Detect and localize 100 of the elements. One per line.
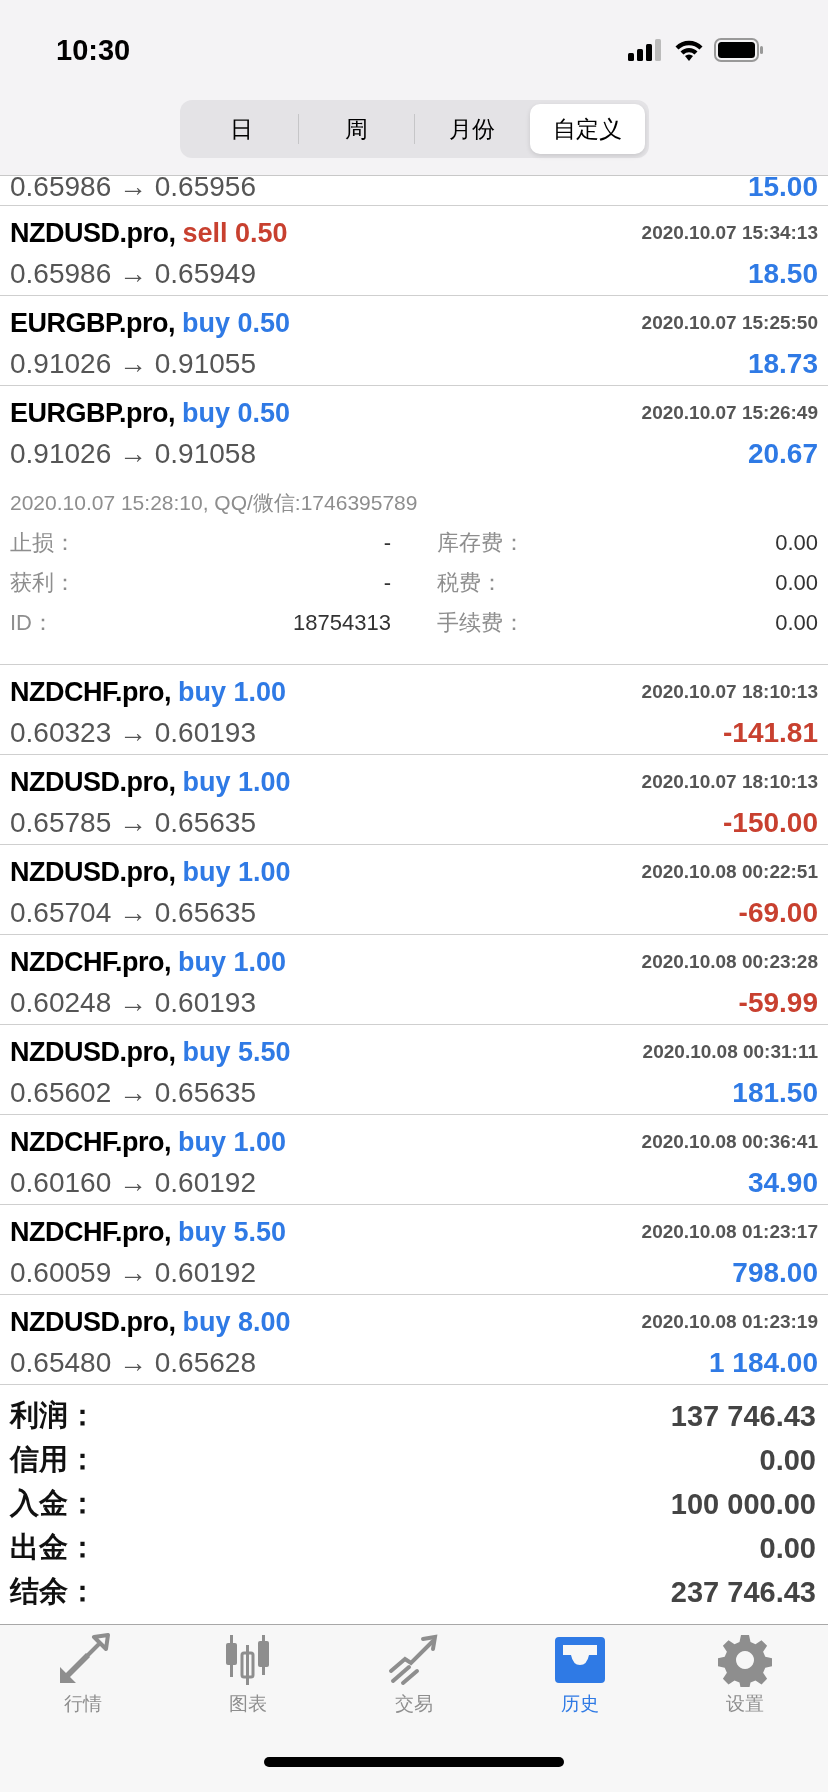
summary-value: 0.00 <box>759 1531 816 1565</box>
deal-row[interactable]: NZDUSD.pro, sell 0.50 2020.10.07 15:34:13 0.65986 → 0.65949 18.50 <box>0 206 828 296</box>
signal-icon <box>628 39 664 61</box>
field-value: 18754313 <box>293 610 391 636</box>
profit-value: -150.00 <box>723 806 818 839</box>
deal-time: 2020.10.07 15:34:13 <box>641 222 818 244</box>
period-tab[interactable]: 月份 <box>414 104 529 154</box>
order-type-label: buy 5.50 <box>178 1216 287 1247</box>
summary-label: 利润： <box>10 1398 97 1433</box>
period-tab[interactable]: 周 <box>299 104 414 154</box>
symbol-label: NZDUSD.pro, <box>10 217 176 248</box>
symbol-label: NZDUSD.pro, <box>10 856 176 887</box>
deal-row[interactable]: EURGBP.pro, buy 0.50 2020.10.07 15:25:50 0.91026 → 0.91055 18.73 <box>0 296 828 386</box>
summary-value: 0.00 <box>759 1443 816 1477</box>
symbol-label: EURGBP.pro, <box>10 307 176 338</box>
deal-row[interactable]: NZDUSD.pro, buy 5.50 2020.10.08 00:31:11 0.65602 → 0.65635 181.50 <box>0 1025 828 1115</box>
field-value: - <box>383 570 391 596</box>
deal-row[interactable]: NZDCHF.pro, buy 1.00 2020.10.08 00:36:41 0.60160 → 0.60192 34.90 <box>0 1115 828 1205</box>
price-range: 0.65704 → 0.65635 <box>10 896 256 929</box>
order-type-label: buy 1.00 <box>182 856 291 887</box>
deal-comment: 2020.10.07 15:28:10, QQ/微信:1746395789 <box>10 490 419 516</box>
deal-row[interactable]: NZDCHF.pro, buy 5.50 2020.10.08 01:23:17 0.60059 → 0.60192 798.00 <box>0 1205 828 1295</box>
profit-value: 20.67 <box>747 437 818 470</box>
order-type-label: buy 0.50 <box>182 307 291 338</box>
deal-time: 2020.10.08 00:36:41 <box>641 1131 818 1153</box>
symbol-label: NZDUSD.pro, <box>10 1306 176 1337</box>
price-range: 0.65602 → 0.65635 <box>10 1076 256 1109</box>
profit-value: -69.00 <box>738 896 818 929</box>
deal-row[interactable]: NZDUSD.pro, buy 8.00 2020.10.08 01:23:19 0.65480 → 0.65628 1 184.00 <box>0 1295 828 1385</box>
deal-row[interactable]: EURGBP.pro, buy 0.50 2020.10.07 15:26:49 0.91026 → 0.91058 20.67 2020.10.07 15:28:10, QQ/微信:1746395789 止损： - 库存费： 0.00 获利： - 税费： 0.00 ID： 18754313 手续费： 0.00 <box>0 386 828 665</box>
order-type-label: buy 5.50 <box>182 1036 291 1067</box>
order-type-label: buy 1.00 <box>178 676 287 707</box>
symbol-label: NZDCHF.pro, <box>10 946 171 977</box>
profit-value: 181.50 <box>732 1076 818 1109</box>
field-value: - <box>383 530 391 556</box>
price-range: 0.60160 → 0.60192 <box>10 1166 256 1199</box>
symbol-label: NZDCHF.pro, <box>10 676 171 707</box>
summary-label: 结余： <box>10 1574 97 1609</box>
field-label: 手续费： <box>437 609 525 637</box>
order-type-label: sell 0.50 <box>182 217 288 248</box>
price-range: 0.65785 → 0.65635 <box>10 806 256 839</box>
settings-icon <box>718 1633 773 1687</box>
profit-value: -141.81 <box>723 716 818 749</box>
deal-time: 2020.10.08 01:23:19 <box>641 1311 818 1333</box>
field-value: 0.00 <box>775 530 818 556</box>
deal-row[interactable]: NZDUSD.pro, buy 1.00 2020.10.07 18:10:13 0.65785 → 0.65635 -150.00 <box>0 755 828 845</box>
home-indicator[interactable] <box>264 1757 564 1767</box>
price-range: 0.60059 → 0.60192 <box>10 1256 256 1289</box>
profit-value: -59.99 <box>738 986 818 1019</box>
field-value: 0.00 <box>775 610 818 636</box>
field-label: ID： <box>10 609 54 637</box>
summary-value: 237 746.43 <box>670 1575 816 1609</box>
profit-value: 34.90 <box>747 1166 818 1199</box>
field-label: 税费： <box>437 569 503 597</box>
order-type-label: buy 1.00 <box>178 946 287 977</box>
price-range: 0.91026 → 0.91055 <box>10 347 256 380</box>
summary-value: 137 746.43 <box>670 1399 816 1433</box>
deal-time: 2020.10.07 15:26:49 <box>641 402 818 424</box>
price-range: 0.60323 → 0.60193 <box>10 716 256 749</box>
profit-value: 1 184.00 <box>709 1346 818 1379</box>
tab-bar-item[interactable]: 历史 <box>496 1633 663 1717</box>
battery-icon <box>714 38 764 62</box>
symbol-label: NZDUSD.pro, <box>10 1036 176 1067</box>
period-tab[interactable]: 日 <box>183 104 298 154</box>
profit-value: 798.00 <box>732 1256 818 1289</box>
deal-time: 2020.10.07 15:25:50 <box>641 312 818 334</box>
summary-label: 出金： <box>10 1530 97 1565</box>
deal-row[interactable]: NZDCHF.pro, buy 1.00 2020.10.07 18:10:13 0.60323 → 0.60193 -141.81 <box>0 665 828 755</box>
profit-value: 18.50 <box>747 257 818 290</box>
summary-label: 信用： <box>10 1442 97 1477</box>
deal-time: 2020.10.07 18:10:13 <box>641 771 818 793</box>
symbol-label: NZDCHF.pro, <box>10 1126 171 1157</box>
deal-time: 2020.10.08 00:23:28 <box>641 951 818 973</box>
wifi-icon <box>674 39 704 61</box>
deal-row[interactable]: NZDUSD.pro, buy 1.00 2020.10.08 00:22:51 0.65704 → 0.65635 -69.00 <box>0 845 828 935</box>
symbol-label: NZDCHF.pro, <box>10 1216 171 1247</box>
price-range: 0.65986 → 0.65956 <box>10 176 256 203</box>
profit-value: 15.00 <box>747 176 818 203</box>
profit-value: 18.73 <box>747 347 818 380</box>
summary-value: 100 000.00 <box>670 1487 816 1521</box>
order-type-label: buy 8.00 <box>182 1306 291 1337</box>
order-type-label: buy 1.00 <box>178 1126 287 1157</box>
summary-label: 入金： <box>10 1486 97 1521</box>
price-range: 0.60248 → 0.60193 <box>10 986 256 1019</box>
price-range: 0.65986 → 0.65949 <box>10 257 256 290</box>
deal-time: 2020.10.08 01:23:17 <box>641 1221 818 1243</box>
period-tab[interactable]: 自定义 <box>530 104 645 154</box>
deal-row[interactable]: NZDCHF.pro, buy 1.00 2020.10.08 00:23:28 0.60248 → 0.60193 -59.99 <box>0 935 828 1025</box>
deal-time: 2020.10.08 00:31:11 <box>642 1041 818 1063</box>
order-type-label: buy 0.50 <box>182 397 291 428</box>
status-time: 10:30 <box>56 33 131 67</box>
symbol-label: EURGBP.pro, <box>10 397 176 428</box>
deal-time: 2020.10.08 00:22:51 <box>641 861 818 883</box>
symbol-label: NZDUSD.pro, <box>10 766 176 797</box>
price-range: 0.91026 → 0.91058 <box>10 437 256 470</box>
price-range: 0.65480 → 0.65628 <box>10 1346 256 1379</box>
field-label: 止损： <box>10 529 76 557</box>
field-label: 库存费： <box>437 529 525 557</box>
field-value: 0.00 <box>775 570 818 596</box>
field-label: 获利： <box>10 569 76 597</box>
